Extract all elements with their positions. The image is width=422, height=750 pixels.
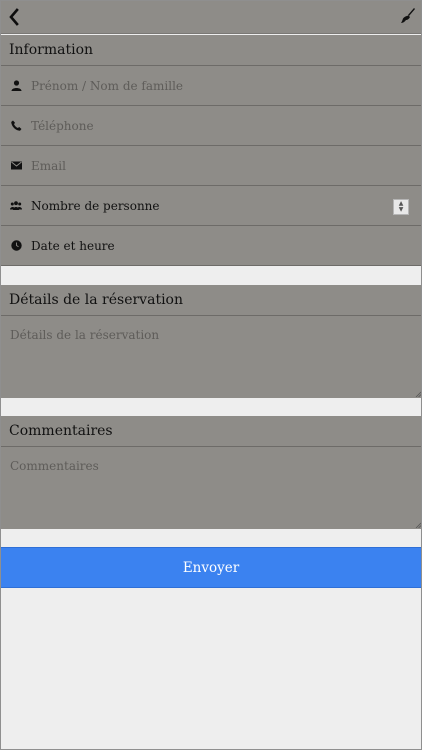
email-placeholder: Email xyxy=(31,158,66,173)
phone-icon xyxy=(10,120,22,132)
information-section: Information Prénom / Nom de famille Télé… xyxy=(0,35,422,266)
stepper-down-icon[interactable]: ▼ xyxy=(399,207,404,213)
phone-field[interactable]: Téléphone xyxy=(0,106,422,146)
envelope-icon xyxy=(10,160,22,172)
group-icon xyxy=(10,200,22,212)
date-time-field[interactable]: Date et heure xyxy=(0,226,422,266)
comments-section: Commentaires Commentaires xyxy=(0,416,422,529)
paint-brush-button[interactable] xyxy=(398,6,418,26)
phone-placeholder: Téléphone xyxy=(31,118,94,133)
comments-textarea[interactable]: Commentaires xyxy=(0,447,422,529)
reservation-placeholder: Détails de la réservation xyxy=(10,328,160,342)
clock-icon xyxy=(10,240,22,252)
people-count-label: Nombre de personne xyxy=(31,198,160,213)
reservation-details-textarea[interactable]: Détails de la réservation xyxy=(0,316,422,398)
reservation-title: Détails de la réservation xyxy=(0,285,422,316)
chevron-left-icon xyxy=(9,8,19,26)
back-button[interactable] xyxy=(3,5,25,29)
resize-handle-icon[interactable] xyxy=(415,391,421,397)
comments-title: Commentaires xyxy=(0,416,422,447)
paint-brush-icon xyxy=(401,8,415,23)
date-time-label: Date et heure xyxy=(31,238,115,253)
name-placeholder: Prénom / Nom de famille xyxy=(31,78,184,93)
top-bar xyxy=(0,0,422,34)
people-count-stepper[interactable]: ▲ ▼ xyxy=(393,199,409,215)
name-field[interactable]: Prénom / Nom de famille xyxy=(0,66,422,106)
people-count-field[interactable]: Nombre de personne ▲ ▼ xyxy=(0,186,422,226)
information-title: Information xyxy=(0,35,422,66)
comments-placeholder: Commentaires xyxy=(10,459,99,473)
resize-handle-icon[interactable] xyxy=(415,522,421,528)
user-icon xyxy=(10,80,22,92)
submit-button[interactable]: Envoyer xyxy=(0,547,422,588)
reservation-section: Détails de la réservation Détails de la … xyxy=(0,285,422,398)
email-field[interactable]: Email xyxy=(0,146,422,186)
